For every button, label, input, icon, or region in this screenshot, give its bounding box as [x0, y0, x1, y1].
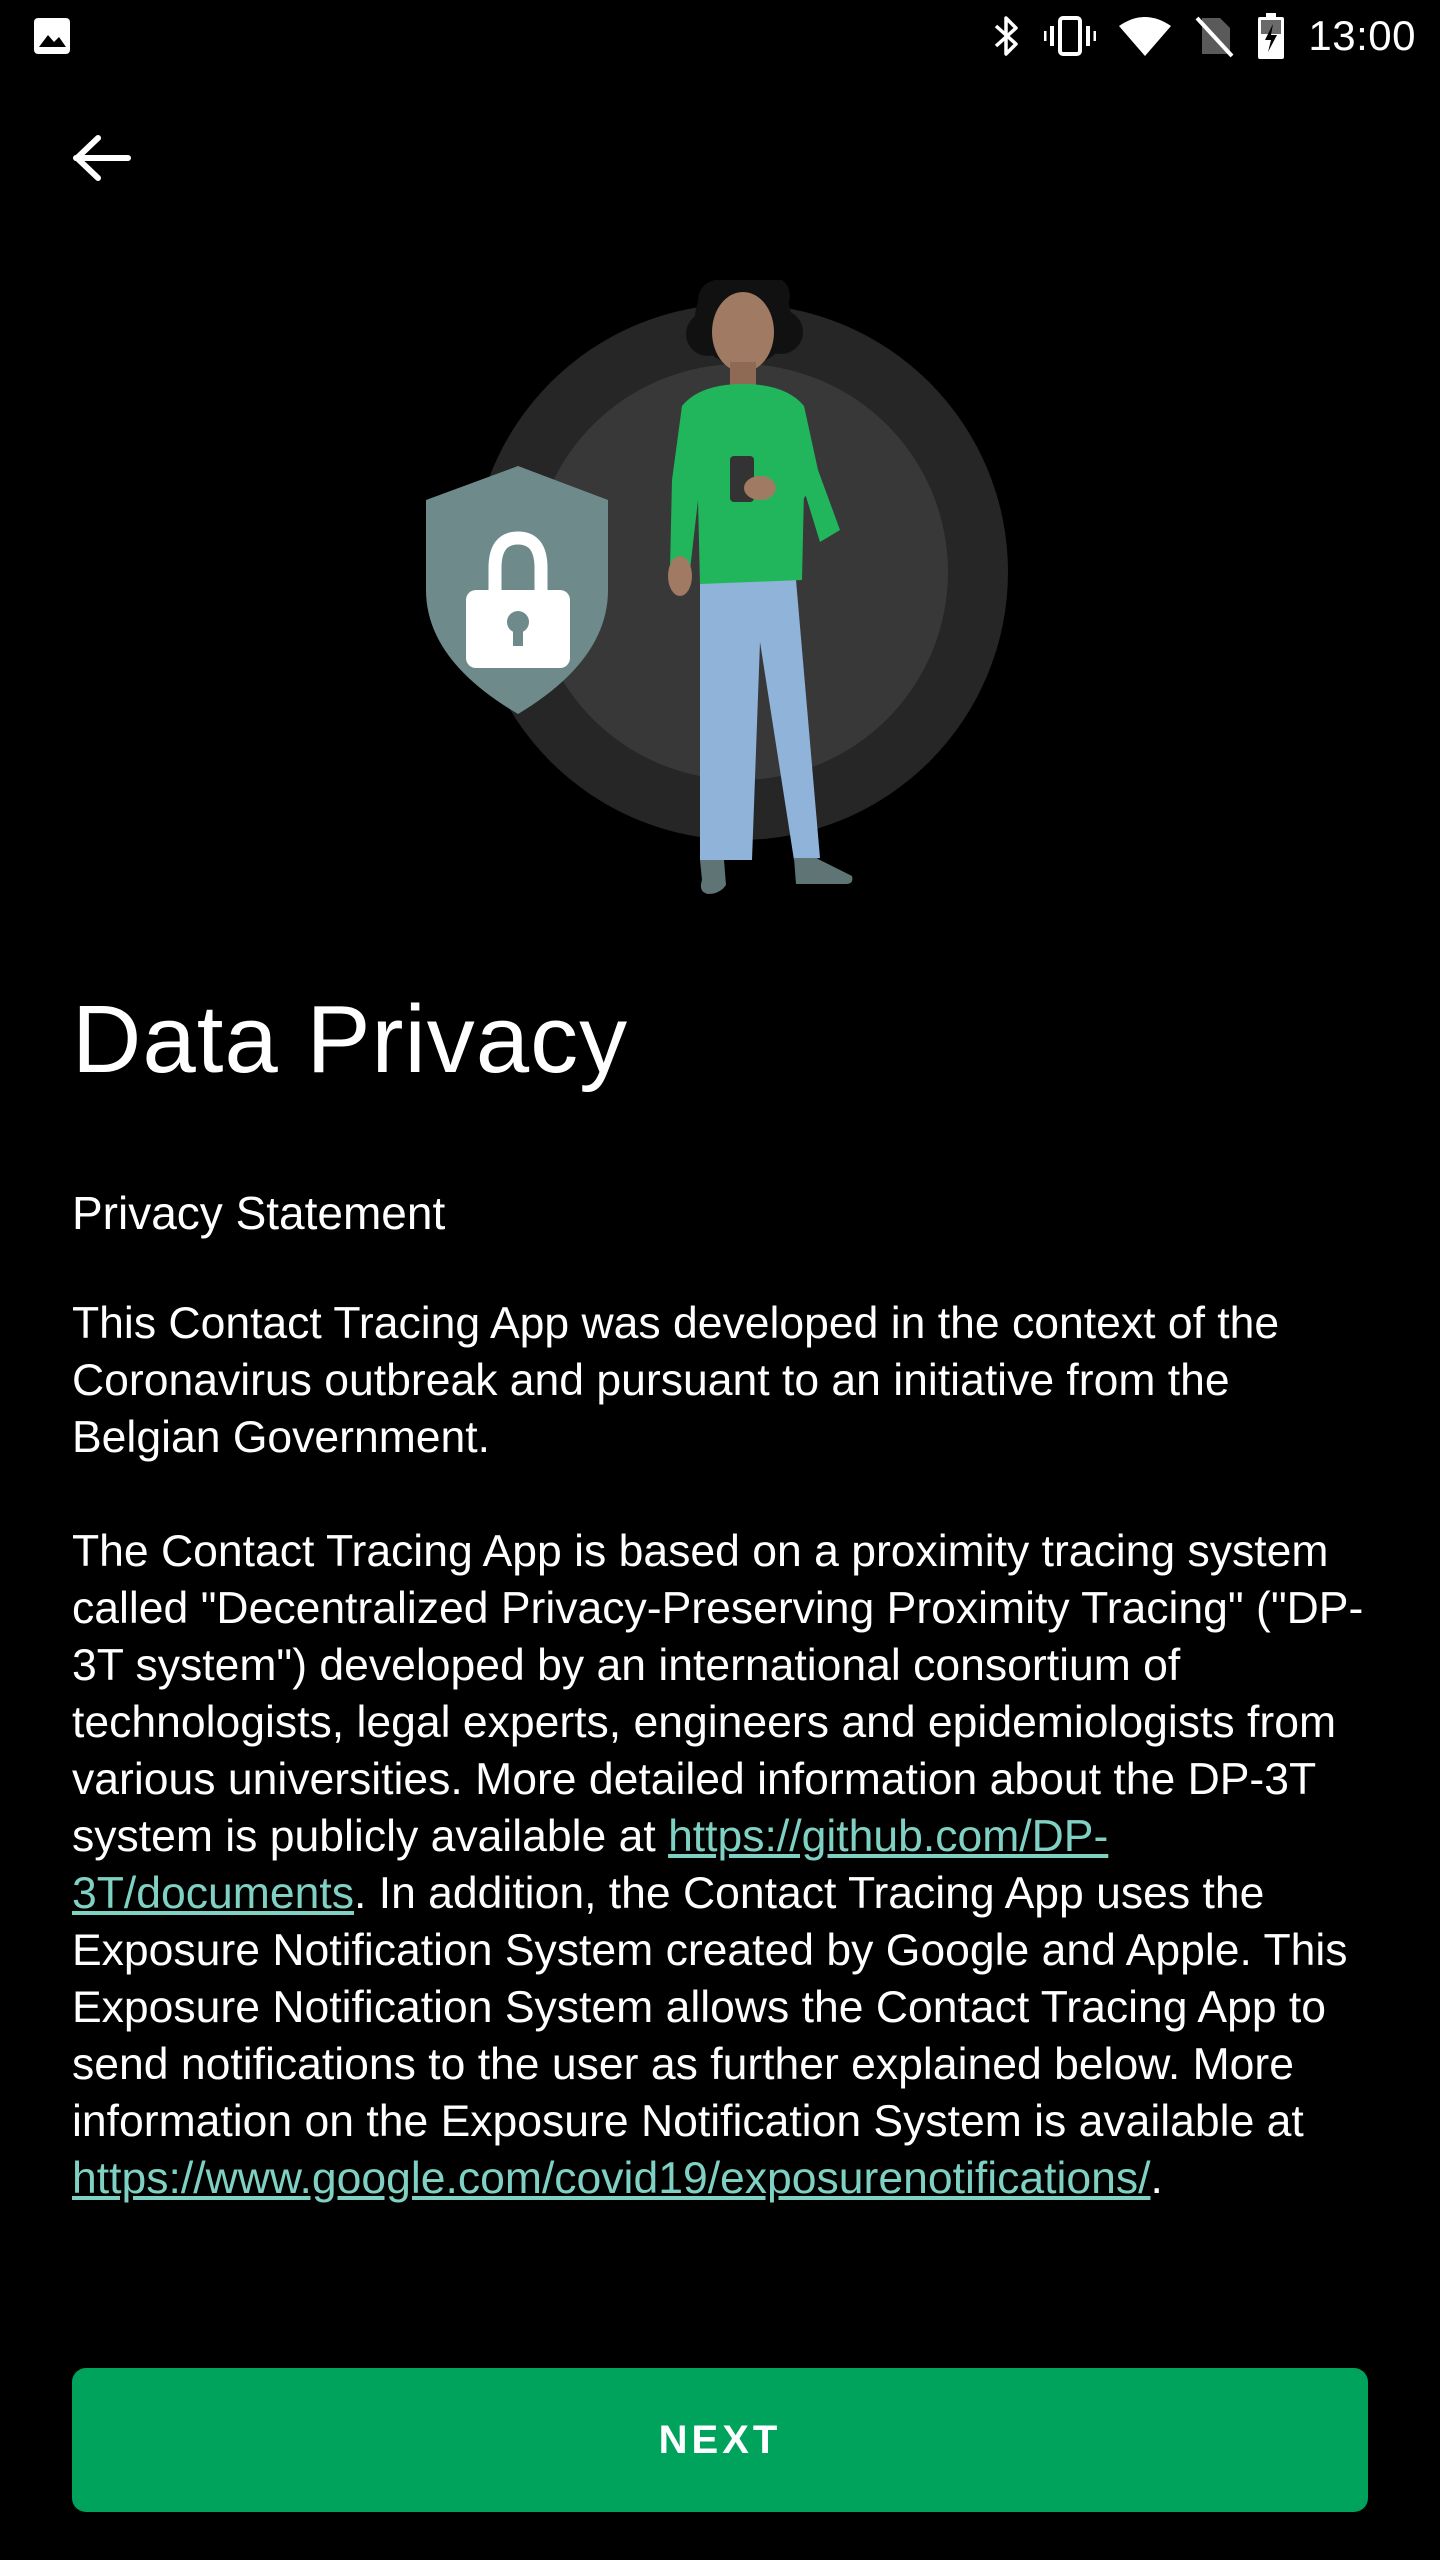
privacy-statement-body: This Contact Tracing App was developed i… — [72, 1295, 1382, 2264]
status-bar: 13:00 — [0, 0, 1440, 72]
arrow-back-icon — [73, 135, 131, 181]
section-heading: Privacy Statement — [72, 1187, 446, 1239]
image-notification-icon — [34, 18, 70, 54]
bluetooth-icon — [995, 16, 1019, 56]
vibrate-icon — [1044, 16, 1097, 56]
wifi-icon — [1119, 17, 1172, 56]
next-button[interactable]: NEXT — [72, 2368, 1368, 2512]
status-time: 13:00 — [1308, 12, 1416, 59]
back-button[interactable] — [48, 104, 156, 212]
paragraph-dp3t: The Contact Tracing App is based on a pr… — [72, 1523, 1382, 2207]
status-icons: 13:00 — [992, 8, 1416, 64]
battery-charging-icon — [1258, 13, 1285, 59]
no-sim-icon — [1195, 16, 1234, 58]
page-title: Data Privacy — [72, 986, 629, 1093]
privacy-illustration — [426, 280, 1008, 894]
paragraph-intro: This Contact Tracing App was developed i… — [72, 1299, 1280, 1462]
paragraph-dp3t-part1: The Contact Tracing App is based on a pr… — [72, 1527, 1364, 1861]
paragraph-dp3t-part3: . — [1150, 2154, 1163, 2203]
exposure-notifications-link[interactable]: https://www.google.com/covid19/exposuren… — [72, 2154, 1150, 2203]
